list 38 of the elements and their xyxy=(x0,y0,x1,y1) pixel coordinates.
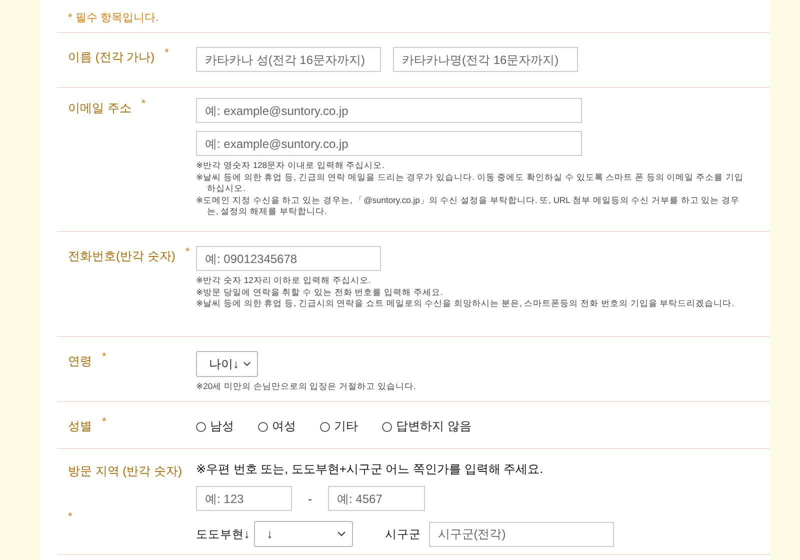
city-field[interactable]: 시구군(전각) xyxy=(428,522,614,546)
field-label: 연령 xyxy=(68,353,92,370)
field-label: 전화번호(반각 숫자) xyxy=(68,248,176,265)
field-label: 방문 지역 (반각 숫자) xyxy=(68,463,182,480)
separator-text: - xyxy=(308,492,312,506)
help-note: ※반각 영숫자 128문자 이내로 입력해 주십시오. xyxy=(196,160,386,172)
field-label: 이름 (전각 가나) xyxy=(68,49,155,66)
required-mark: * xyxy=(164,47,169,59)
radio-option[interactable]: 여성 xyxy=(258,418,296,435)
text-field[interactable]: 카타카나명(전각 16문자까지) xyxy=(393,47,578,72)
required-note: * 필수 항목입니다. xyxy=(68,12,158,24)
help-note: ※반각 숫자 12자리 이하로 입력해 주십시오. xyxy=(196,275,372,286)
required-mark: * xyxy=(102,351,106,363)
prefecture-label: 도도부현↓ xyxy=(196,528,250,542)
radio-option[interactable]: 답변하지 않음 xyxy=(382,418,472,435)
help-note: ※날씨 등에 의한 휴업 등, 긴급시의 연락을 쇼트 메일로의 수신을 희망하시는 분은, 스마트폰등의 전화 번호의 기입을 부탁드리겠습니다. xyxy=(196,298,735,310)
field-label: 성별 xyxy=(68,418,92,435)
age-select[interactable]: 나이↓ xyxy=(196,351,258,377)
city-label: 시구군 xyxy=(384,528,421,542)
help-note: ※20세 미만의 손님만으로의 입장은 거절하고 있습니다. xyxy=(196,381,417,392)
postal-code-field[interactable]: 예: 123 xyxy=(196,486,292,511)
required-mark: * xyxy=(68,511,72,523)
required-mark: * xyxy=(102,416,106,428)
prefecture-select[interactable]: ↓ xyxy=(254,521,353,547)
text-field[interactable]: 예: example@suntory.co.jp xyxy=(196,98,582,123)
text-field[interactable]: 예: 09012345678 xyxy=(196,246,381,271)
field-label: 이메일 주소 xyxy=(68,100,132,117)
help-note: ※방문 당일에 연락을 취할 수 있는 전화 번호를 입력해 주세요. xyxy=(196,286,444,298)
help-note: ※날씨 등에 의한 휴업 등, 긴급의 연락 메일을 드리는 경우가 있습니다. 이동 중에도 확인하실 수 있도록 스마트 폰 등의 이메일 주소를 기입하십시오. xyxy=(196,172,744,194)
text-field[interactable]: 카타카나 성(전각 16문자까지) xyxy=(196,47,381,72)
radio-option[interactable]: 기타 xyxy=(320,418,358,435)
text-field[interactable]: 예: example@suntory.co.jp xyxy=(196,131,582,156)
postal-code-field[interactable]: 예: 4567 xyxy=(328,486,425,511)
required-mark: * xyxy=(185,246,190,258)
required-mark: * xyxy=(141,98,146,110)
radio-option[interactable]: 남성 xyxy=(196,418,234,435)
instruction-text: ※우편 번호 또는, 도도부현+시구군 어느 쪽인가를 입력해 주세요. xyxy=(196,461,544,478)
help-note: ※도메인 지정 수신을 하고 있는 경우는, 「@suntory.co.jp」의 수신 설정을 부탁합니다. 또, URL 첨부 메일등의 수신 거부를 하고 있는 경우는, 설정의 해제를 부탁합니다. xyxy=(196,194,741,218)
